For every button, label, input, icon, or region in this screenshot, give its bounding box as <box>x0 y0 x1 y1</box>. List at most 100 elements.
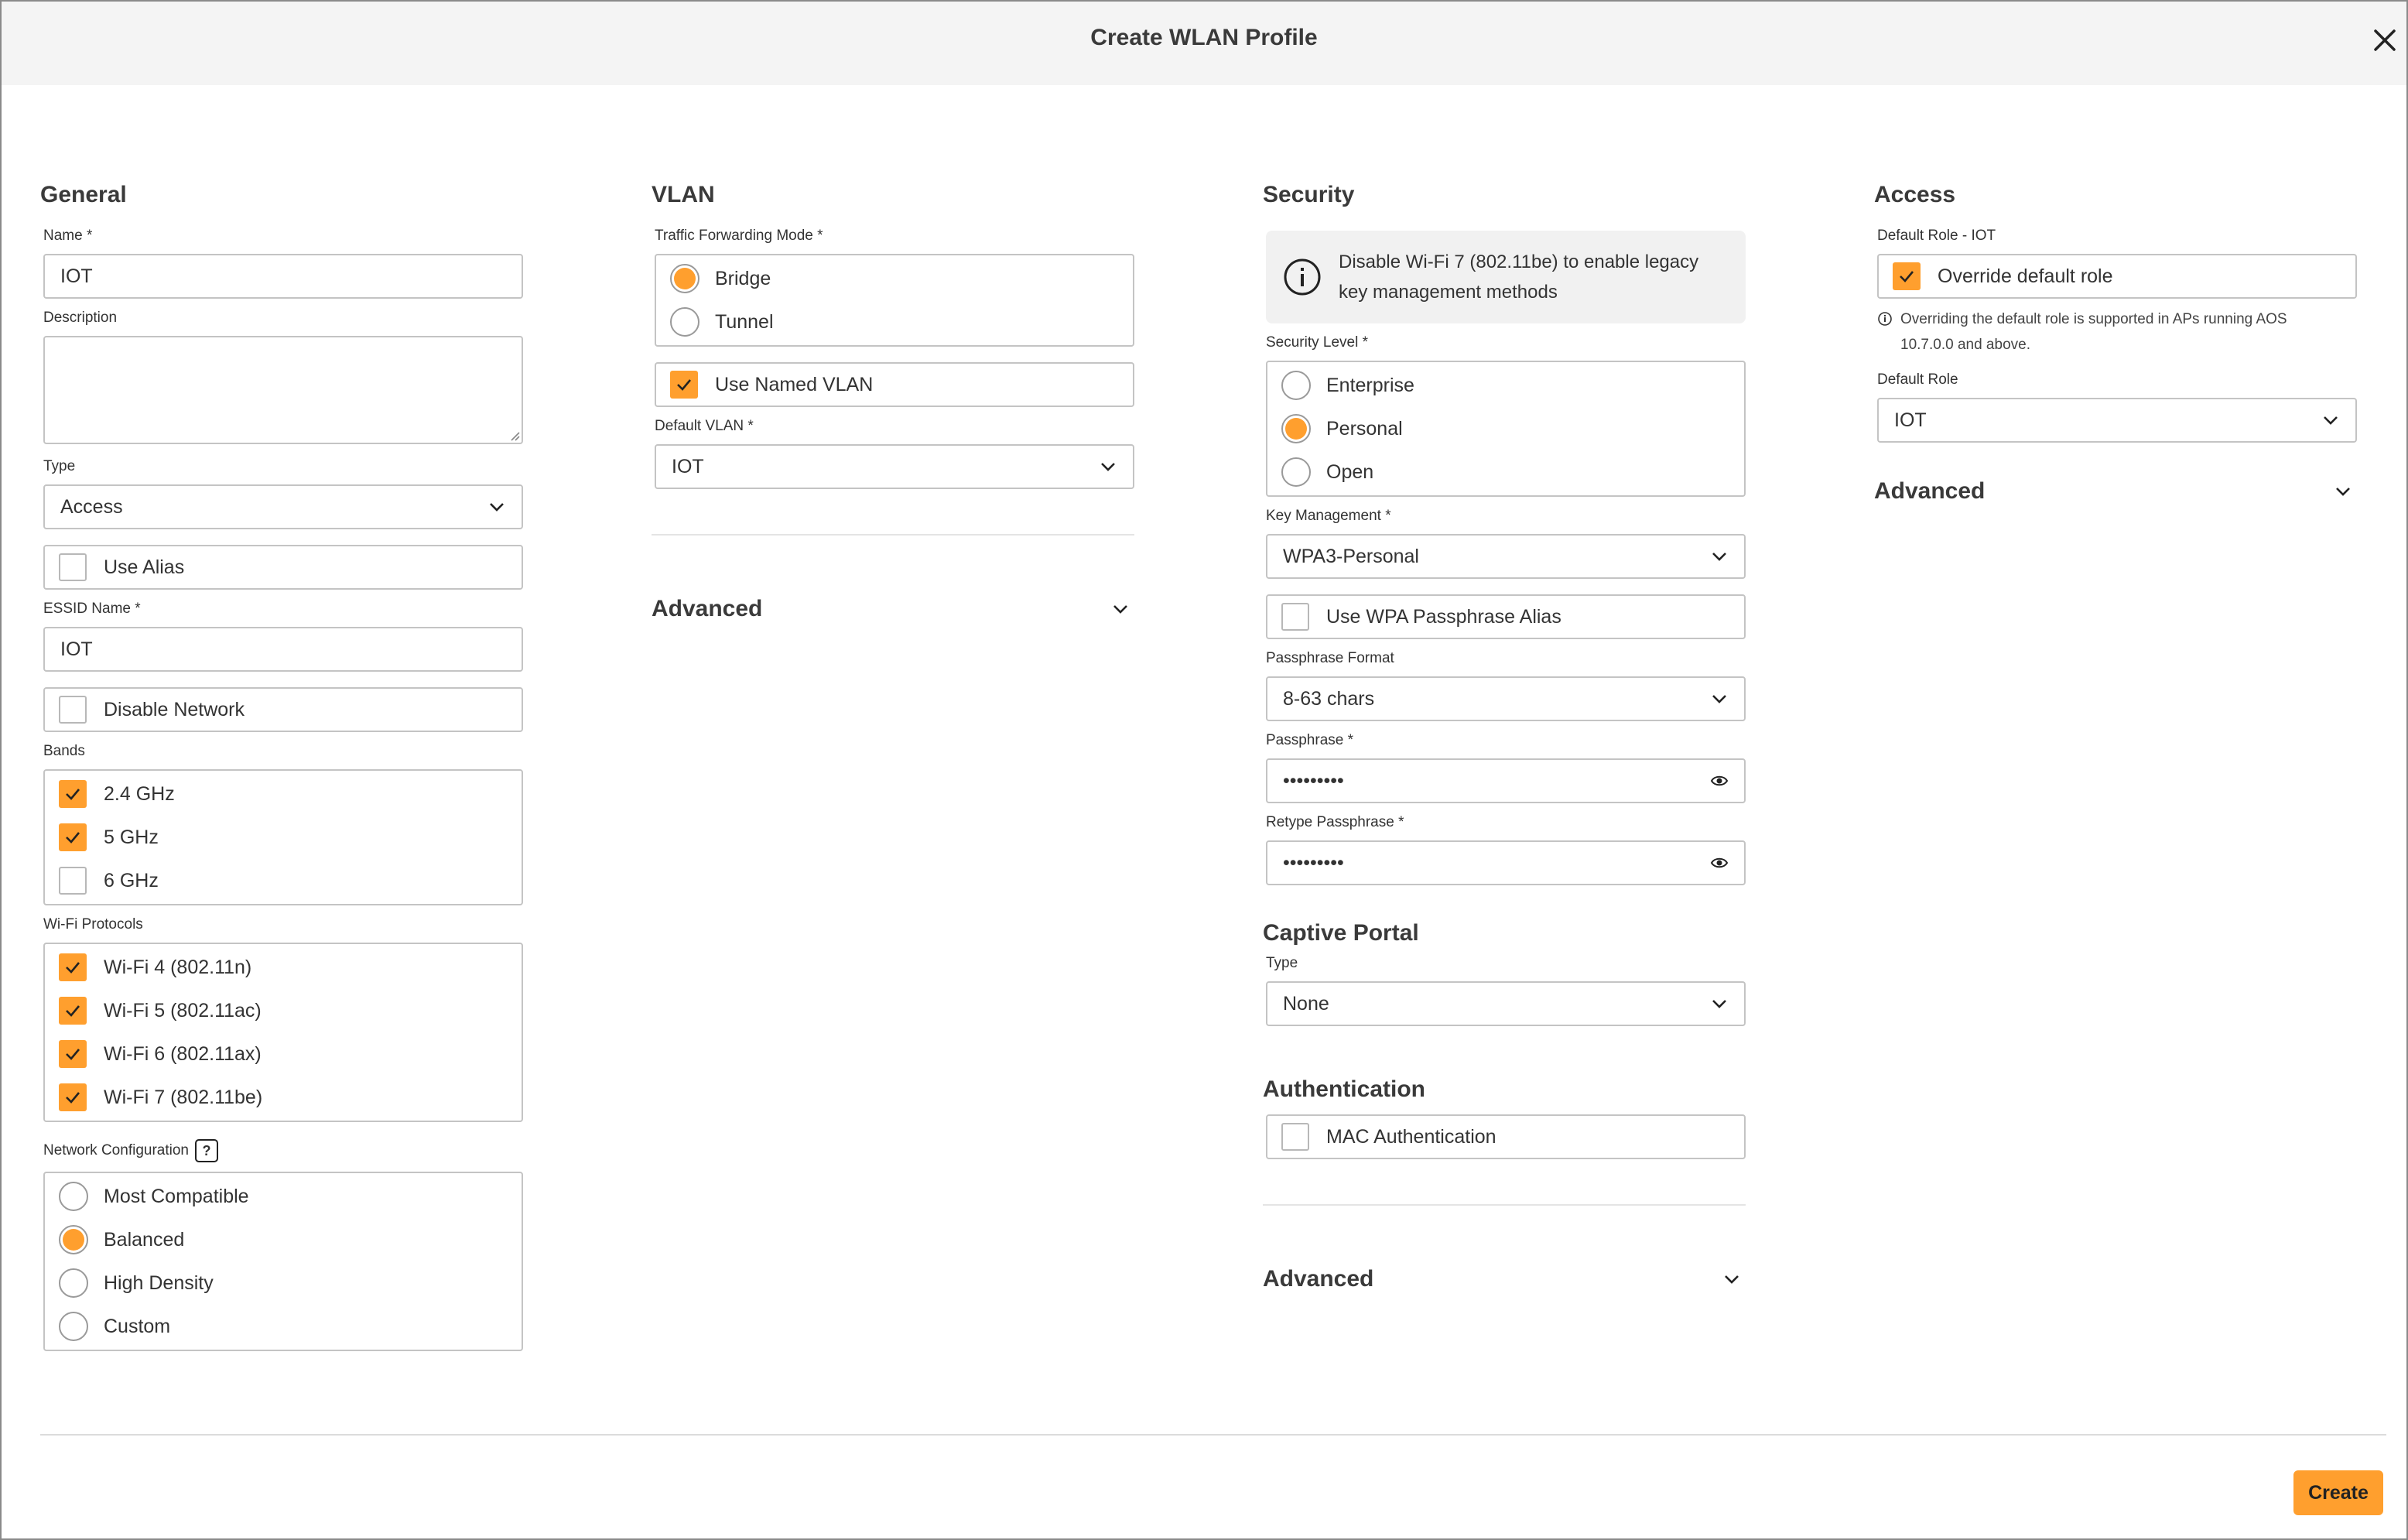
type-value: Access <box>60 495 123 518</box>
protocol-option[interactable]: Wi-Fi 5 (802.11ac) <box>45 989 522 1032</box>
checkbox-unchecked-icon[interactable] <box>59 553 87 581</box>
essid-value: IOT <box>60 638 93 660</box>
checkbox-unchecked-icon[interactable] <box>59 696 87 724</box>
radio-unselected-icon[interactable] <box>670 307 699 337</box>
captive-type-select[interactable]: None <box>1266 981 1746 1026</box>
radio-unselected-icon[interactable] <box>1281 457 1311 487</box>
netconfig-option-label: High Density <box>104 1271 214 1294</box>
retype-passphrase-input[interactable]: ••••••••• <box>1266 840 1746 885</box>
default-role-select[interactable]: IOT <box>1877 398 2357 443</box>
description-textarea[interactable] <box>43 336 523 444</box>
passphrase-format-value: 8-63 chars <box>1283 687 1375 710</box>
forwarding-mode-label-tunnel: Tunnel <box>715 310 774 333</box>
band-option[interactable]: 2.4 GHz <box>45 772 522 816</box>
band-option[interactable]: 6 GHz <box>45 859 522 902</box>
netconfig-label-row: Network Configuration? <box>43 1139 523 1162</box>
disable-network-checkbox[interactable]: Disable Network <box>43 687 523 732</box>
security-level-option[interactable]: Enterprise <box>1267 364 1744 407</box>
general-heading: General <box>40 182 127 207</box>
wpa-passphrase-alias-checkbox[interactable]: Use WPA Passphrase Alias <box>1266 594 1746 639</box>
security-level-option-label: Open <box>1326 460 1374 483</box>
netconfig-option-label: Most Compatible <box>104 1185 249 1207</box>
default-vlan-label: Default VLAN * <box>655 418 754 434</box>
radio-selected-icon[interactable] <box>59 1225 88 1254</box>
key-management-select[interactable]: WPA3-Personal <box>1266 534 1746 579</box>
protocol-option[interactable]: Wi-Fi 6 (802.11ax) <box>45 1032 522 1076</box>
checkbox-unchecked-icon[interactable] <box>1281 603 1309 631</box>
security-level-option[interactable]: Open <box>1267 450 1744 494</box>
captive-type-value: None <box>1283 992 1329 1015</box>
protocol-label: Wi-Fi 5 (802.11ac) <box>104 999 262 1022</box>
checkbox-checked-icon[interactable] <box>59 953 87 981</box>
security-advanced-toggle[interactable]: Advanced <box>1263 1266 1746 1292</box>
dialog-header: Create WLAN Profile <box>2 2 2406 85</box>
help-icon[interactable]: ? <box>194 1139 218 1162</box>
passphrase-format-select[interactable]: 8-63 chars <box>1266 676 1746 721</box>
bands-label: Bands <box>43 743 85 759</box>
name-label: Name * <box>43 228 93 244</box>
mac-authentication-label: MAC Authentication <box>1326 1125 1496 1148</box>
checkbox-checked-icon[interactable] <box>59 823 87 851</box>
close-icon[interactable] <box>2369 25 2400 56</box>
checkbox-checked-icon[interactable] <box>59 1040 87 1068</box>
security-advanced-label: Advanced <box>1263 1266 1374 1292</box>
security-level-option[interactable]: Personal <box>1267 407 1744 450</box>
netconfig-option[interactable]: High Density <box>45 1261 522 1305</box>
use-named-vlan-checkbox[interactable]: Use Named VLAN <box>655 362 1134 407</box>
checkbox-checked-icon[interactable] <box>59 1083 87 1111</box>
band-label: 2.4 GHz <box>104 782 175 805</box>
name-value: IOT <box>60 265 93 287</box>
security-level-label: Security Level * <box>1266 334 1369 351</box>
essid-input[interactable]: IOT <box>43 627 523 672</box>
forwarding-mode-option[interactable]: Tunnel <box>656 300 1133 344</box>
protocol-option[interactable]: Wi-Fi 4 (802.11n) <box>45 946 522 989</box>
override-role-checkbox[interactable]: Override default role <box>1877 254 2357 299</box>
netconfig-option[interactable]: Most Compatible <box>45 1175 522 1218</box>
use-alias-checkbox[interactable]: Use Alias <box>43 545 523 590</box>
checkbox-checked-icon[interactable] <box>59 780 87 808</box>
eye-icon[interactable] <box>1710 854 1729 872</box>
checkbox-checked-icon[interactable] <box>1893 262 1921 290</box>
chevron-down-icon <box>2336 488 2350 496</box>
type-select[interactable]: Access <box>43 484 523 529</box>
chevron-down-icon <box>1712 695 1726 703</box>
eye-icon[interactable] <box>1710 772 1729 790</box>
default-vlan-select[interactable]: IOT <box>655 444 1134 489</box>
radio-selected-icon[interactable] <box>670 264 699 293</box>
override-note-line2: 10.7.0.0 and above. <box>1900 337 2030 353</box>
passphrase-format-label: Passphrase Format <box>1266 650 1394 666</box>
default-role-label: Default Role <box>1877 371 1958 388</box>
netconfig-option[interactable]: Balanced <box>45 1218 522 1261</box>
access-advanced-toggle[interactable]: Advanced <box>1874 478 2357 505</box>
security-info-text: Disable Wi-Fi 7 (802.11be) to enable leg… <box>1339 247 1698 307</box>
chevron-down-icon <box>1101 463 1115 471</box>
protocol-label: Wi-Fi 6 (802.11ax) <box>104 1042 262 1065</box>
checkbox-checked-icon[interactable] <box>670 371 698 399</box>
forwarding-mode-option[interactable]: Bridge <box>656 257 1133 300</box>
create-button[interactable]: Create <box>2293 1470 2383 1515</box>
checkbox-unchecked-icon[interactable] <box>59 867 87 895</box>
radio-unselected-icon[interactable] <box>59 1182 88 1211</box>
name-input[interactable]: IOT <box>43 254 523 299</box>
checkbox-checked-icon[interactable] <box>59 997 87 1025</box>
key-management-label: Key Management * <box>1266 508 1391 524</box>
netconfig-group: Most Compatible Balanced High Density Cu… <box>43 1172 523 1351</box>
chevron-down-icon <box>2324 416 2338 425</box>
captive-type-label: Type <box>1266 955 1298 971</box>
vlan-advanced-toggle[interactable]: Advanced <box>652 596 1134 622</box>
protocol-option[interactable]: Wi-Fi 7 (802.11be) <box>45 1076 522 1119</box>
security-level-option-label: Personal <box>1326 417 1403 440</box>
radio-unselected-icon[interactable] <box>59 1268 88 1298</box>
radio-unselected-icon[interactable] <box>59 1312 88 1341</box>
checkbox-unchecked-icon[interactable] <box>1281 1123 1309 1151</box>
band-option[interactable]: 5 GHz <box>45 816 522 859</box>
netconfig-option[interactable]: Custom <box>45 1305 522 1348</box>
radio-selected-icon[interactable] <box>1281 414 1311 443</box>
netconfig-label: Network Configuration <box>43 1142 189 1159</box>
passphrase-input[interactable]: ••••••••• <box>1266 758 1746 803</box>
protocols-label: Wi-Fi Protocols <box>43 916 143 933</box>
mac-authentication-checkbox[interactable]: MAC Authentication <box>1266 1114 1746 1159</box>
radio-unselected-icon[interactable] <box>1281 371 1311 400</box>
resize-grip-icon[interactable] <box>508 429 520 441</box>
info-icon <box>1284 258 1321 296</box>
